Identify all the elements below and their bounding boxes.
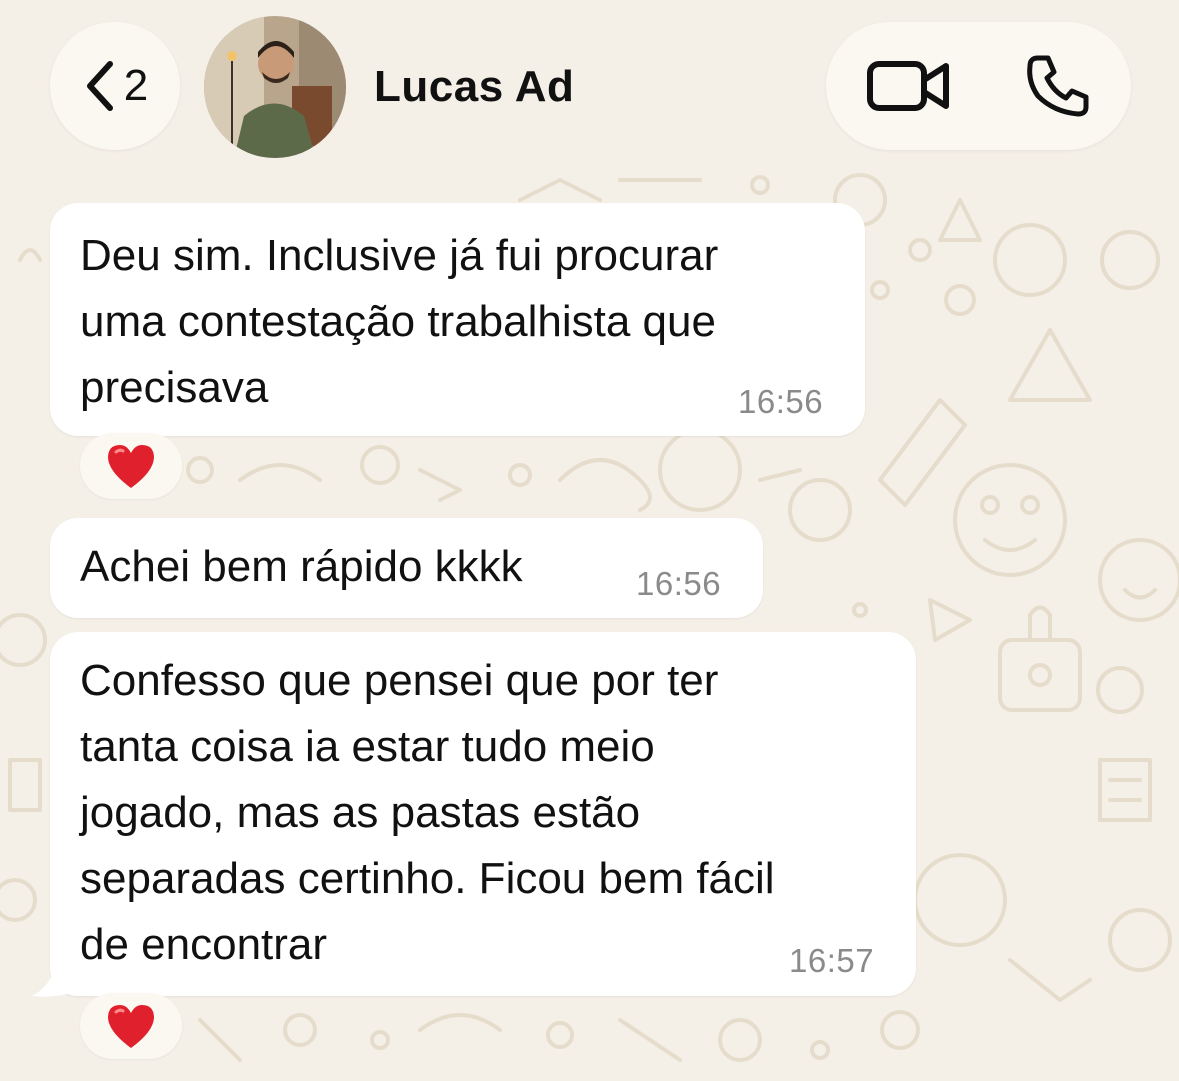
message-bubble[interactable]: Confesso que pensei que por ter tanta co… xyxy=(50,632,916,996)
voice-call-button[interactable] xyxy=(1024,52,1092,120)
heart-icon xyxy=(108,445,154,488)
message-text: Achei bem rápido kkkk xyxy=(80,542,523,591)
heart-icon xyxy=(108,1005,154,1048)
message-text: Deu sim. Inclusive já fui procurar uma c… xyxy=(80,231,719,412)
contact-name[interactable]: Lucas Ad xyxy=(374,62,574,112)
message-bubble[interactable]: Achei bem rápido kkkk 16:56 xyxy=(50,518,763,618)
message-bubble[interactable]: Deu sim. Inclusive já fui procurar uma c… xyxy=(50,203,865,436)
message-text: Confesso que pensei que por ter tanta co… xyxy=(80,656,775,969)
message-timestamp: 16:56 xyxy=(636,565,722,602)
bubble-tail xyxy=(32,958,68,997)
unread-count: 2 xyxy=(123,61,149,110)
phone-icon xyxy=(1027,55,1089,117)
reaction-badge[interactable] xyxy=(80,433,182,499)
contact-avatar[interactable] xyxy=(204,16,346,158)
video-call-button[interactable] xyxy=(866,54,952,118)
chevron-left-icon xyxy=(86,61,113,111)
call-actions xyxy=(826,22,1131,150)
reaction-badge[interactable] xyxy=(80,993,182,1059)
video-camera-icon xyxy=(867,61,949,111)
back-button[interactable]: 2 xyxy=(50,22,180,150)
message-timestamp: 16:57 xyxy=(789,942,875,979)
message-timestamp: 16:56 xyxy=(738,383,824,420)
chat-header: 2 Lucas Ad xyxy=(0,0,1179,180)
avatar-image xyxy=(204,16,346,158)
